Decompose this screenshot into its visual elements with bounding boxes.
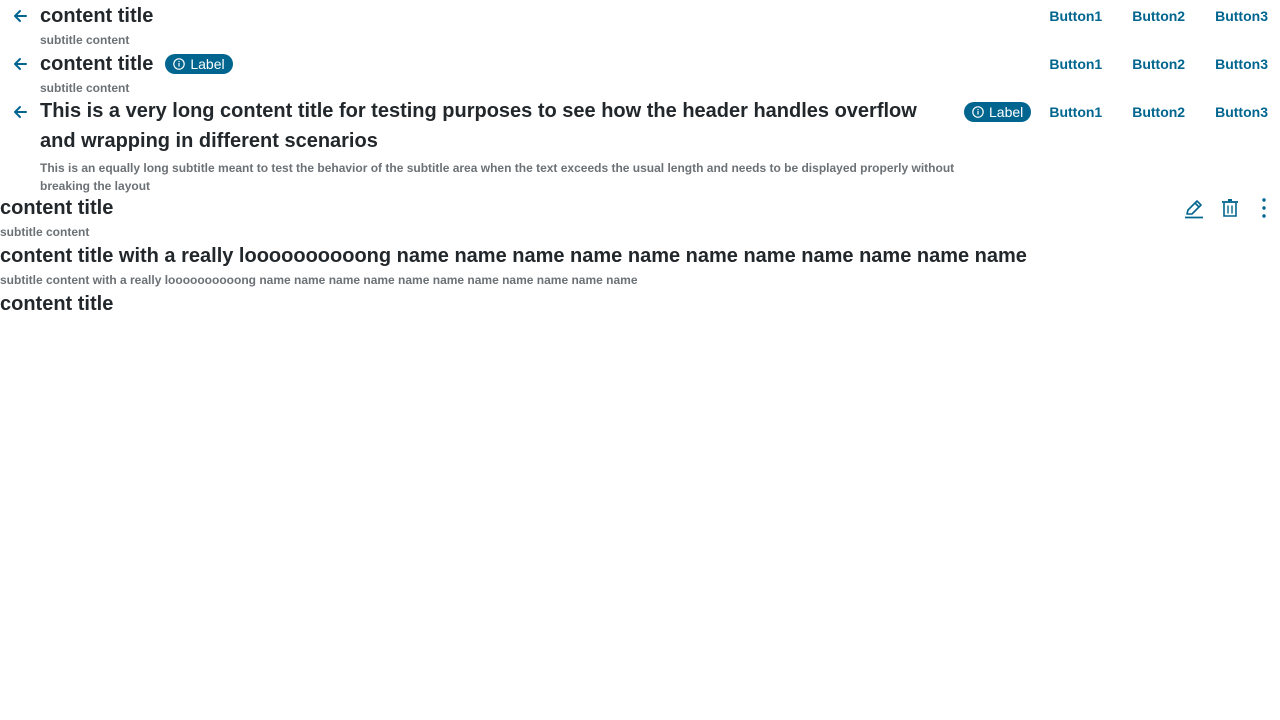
page-subtitle: subtitle content [40,81,130,95]
more-button[interactable] [1248,192,1280,224]
arrow-left-icon [14,58,27,70]
trash-icon [1222,199,1238,217]
info-icon [173,58,186,70]
page-header-5: content title with a really loooooooooon… [0,240,1280,288]
page-title: content title [0,293,114,315]
page-subtitle: subtitle content [40,33,130,47]
page-header-4: content title subtitle content [0,192,1280,240]
info-icon [972,106,984,118]
button2[interactable]: Button2 [1117,0,1200,32]
button1[interactable]: Button1 [1034,48,1117,80]
page-title: content title [0,197,114,219]
header-text: content title subtitle content [40,0,1034,49]
header-text: content title with a really loooooooooon… [0,240,1280,289]
edit-button[interactable] [1176,192,1212,224]
button3[interactable]: Button3 [1200,96,1280,128]
button2[interactable]: Button2 [1117,48,1200,80]
edit-icon [1185,200,1203,219]
arrow-left-icon [14,10,27,22]
page-title: content title [40,53,154,75]
page-header-3: This is a very long content title for te… [0,96,1280,195]
header-actions: Button1 Button2 Button3 [1034,96,1280,128]
header-text: content title subtitle content [0,192,1176,241]
back-button[interactable] [0,0,40,32]
button3[interactable]: Button3 [1200,0,1280,32]
page-title: This is a very long content title for te… [40,100,917,152]
page-title: content title with a really loooooooooon… [0,245,1027,267]
label-badge: Label [964,102,1032,122]
button1[interactable]: Button1 [1034,96,1117,128]
page-header-1: content title subtitle content Button1 B… [0,0,1280,48]
header-text: This is a very long content title for te… [40,96,1034,195]
more-vertical-icon [1262,198,1266,218]
header-text: content title [0,288,1280,320]
button2[interactable]: Button2 [1117,96,1200,128]
header-actions: Button1 Button2 Button3 [1034,0,1280,32]
label-badge: Label [165,54,233,74]
page-subtitle: subtitle content with a really loooooooo… [0,273,638,287]
header-text: content title Label subtitle content [40,48,1034,97]
arrow-left-icon [14,106,27,118]
delete-button[interactable] [1212,192,1248,224]
button3[interactable]: Button3 [1200,48,1280,80]
header-actions: Button1 Button2 Button3 [1034,48,1280,80]
label-text: Label [989,104,1024,120]
page-subtitle: subtitle content [0,225,90,239]
page-subtitle: This is an equally long subtitle meant t… [40,161,955,193]
button1[interactable]: Button1 [1034,0,1117,32]
back-button[interactable] [0,96,40,128]
back-button[interactable] [0,48,40,80]
label-text: Label [190,56,225,72]
page-header-2: content title Label subtitle content But… [0,48,1280,96]
page-title: content title [40,5,154,27]
header-actions [1176,192,1280,224]
page-header-6: content title [0,288,1280,320]
